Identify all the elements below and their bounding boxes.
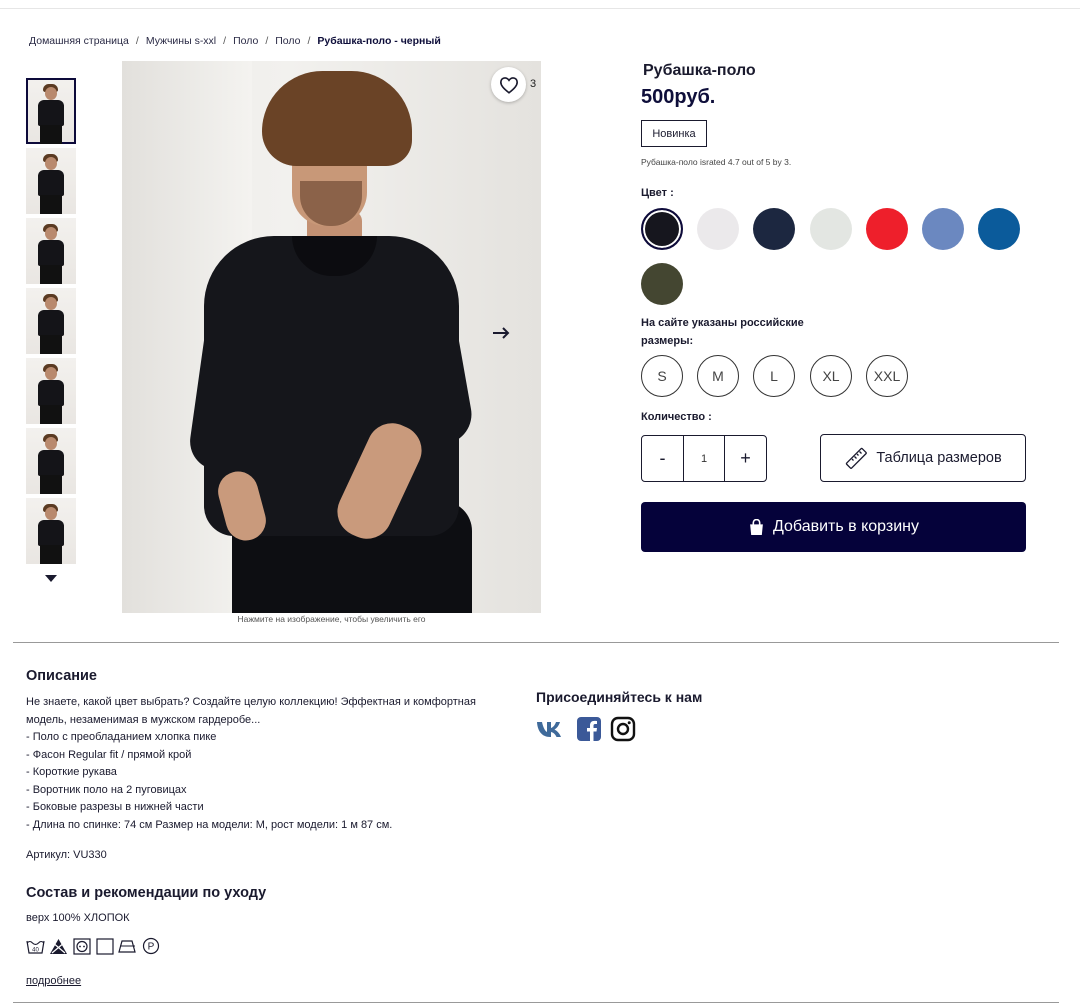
breadcrumb-current: Рубашка-поло - черный <box>317 35 441 47</box>
color-swatch-black[interactable] <box>641 208 683 250</box>
color-swatch-khaki[interactable] <box>641 263 683 305</box>
ruler-icon <box>846 447 868 469</box>
description-line: Не знаете, какой цвет выбрать? Создайте … <box>26 696 476 708</box>
breadcrumb-separator: / <box>307 35 311 47</box>
color-swatch-navy[interactable] <box>753 208 795 250</box>
zoom-hint: Нажмите на изображение, чтобы увеличить … <box>237 614 426 624</box>
description-line: модель, незаменимая в мужском гардеробе.… <box>26 713 261 726</box>
breadcrumb-separator: / <box>135 35 139 47</box>
thumbnail-6[interactable] <box>26 428 76 494</box>
bottom-divider <box>13 1002 1059 1003</box>
product-title: Рубашка-поло <box>643 62 756 79</box>
breadcrumb-home[interactable]: Домашняя страница <box>29 35 129 47</box>
next-image-arrow-icon[interactable] <box>490 322 512 344</box>
favorite-count: 3 <box>530 78 537 90</box>
breadcrumb-polo-sub[interactable]: Поло <box>275 35 300 47</box>
article-number: Артикул: VU330 <box>26 849 107 861</box>
description-line: - Поло с преобладанием хлопка пике <box>26 731 217 743</box>
color-swatch-red[interactable] <box>866 208 908 250</box>
tumble-dry-icon <box>72 937 91 955</box>
join-us-title: Присоединяйтесь к нам <box>536 689 703 705</box>
description-line: - Боковые разрезы в нижней части <box>26 801 204 813</box>
svg-text:P: P <box>147 942 154 953</box>
wash-40-icon: 40 <box>26 937 45 955</box>
iron-icon <box>118 937 137 955</box>
quantity-increase-button[interactable]: + <box>725 436 766 481</box>
thumbnail-4[interactable] <box>26 288 76 354</box>
dry-clean-p-icon: P <box>141 937 160 955</box>
new-badge: Новинка <box>641 120 707 147</box>
description-title: Описание <box>26 668 97 684</box>
description-line: - Короткие рукава <box>26 766 117 778</box>
color-swatch-light-blue[interactable] <box>922 208 964 250</box>
size-option-xxl[interactable]: XXL <box>866 355 908 397</box>
svg-text:40: 40 <box>32 947 39 953</box>
top-divider <box>0 8 1080 9</box>
size-table-label: Таблица размеров <box>876 450 1002 466</box>
thumbnail-3[interactable] <box>26 218 76 284</box>
breadcrumb-separator: / <box>265 35 269 47</box>
product-main-image[interactable] <box>122 61 541 613</box>
rating-text: Рубашка-поло israted 4.7 out of 5 by 3. <box>641 157 792 167</box>
thumbnail-5[interactable] <box>26 358 76 424</box>
description-text: Не знаете, какой цвет выбрать? Создайте … <box>26 694 516 834</box>
thumbnail-2[interactable] <box>26 148 76 214</box>
thumbnail-7[interactable] <box>26 498 76 564</box>
description-line: - Фасон Regular fit / прямой крой <box>26 748 192 761</box>
add-to-cart-button[interactable]: Добавить в корзину <box>641 502 1026 552</box>
size-option-xl[interactable]: XL <box>810 355 852 397</box>
thumbnail-list <box>26 78 76 568</box>
dry-flat-icon <box>95 937 114 955</box>
thumbnail-1[interactable] <box>26 78 76 144</box>
breadcrumb-polo[interactable]: Поло <box>233 35 258 47</box>
vk-icon[interactable] <box>536 715 566 743</box>
quantity-input[interactable]: 1 <box>683 436 725 481</box>
care-title: Состав и рекомендации по уходу <box>26 885 267 901</box>
care-icons: 40 P <box>26 937 160 955</box>
size-table-button[interactable]: Таблица размеров <box>820 434 1026 482</box>
favorite-button[interactable] <box>491 67 526 102</box>
color-label: Цвет : <box>641 187 674 199</box>
more-details-link[interactable]: подробнее <box>26 975 81 987</box>
color-swatch-blue[interactable] <box>978 208 1020 250</box>
description-line: - Воротник поло на 2 пуговицах <box>26 783 187 796</box>
instagram-icon[interactable] <box>608 715 638 743</box>
size-option-s[interactable]: S <box>641 355 683 397</box>
description-line: - Длина по спинке: 74 см Размер на модел… <box>26 818 393 831</box>
heart-icon <box>499 76 518 94</box>
size-option-l[interactable]: L <box>753 355 795 397</box>
quantity-decrease-button[interactable]: - <box>642 436 683 481</box>
breadcrumb-separator: / <box>223 35 227 47</box>
shopping-bag-icon <box>750 518 763 535</box>
section-divider <box>13 642 1059 643</box>
color-swatch-light-gray[interactable] <box>810 208 852 250</box>
facebook-icon[interactable] <box>574 715 604 743</box>
color-swatch-white[interactable] <box>697 208 739 250</box>
sizes-label: На сайте указаны российские размеры: <box>641 317 804 347</box>
composition: верх 100% ХЛОПОК <box>26 912 130 924</box>
breadcrumb-men[interactable]: Мужчины s-xxl <box>146 35 216 47</box>
no-bleach-icon <box>49 937 68 955</box>
product-price: 500руб. <box>641 86 716 108</box>
quantity-stepper: - 1 + <box>641 435 767 482</box>
thumbnail-scroll-down-icon[interactable] <box>45 575 57 582</box>
breadcrumb: Домашняя страница / Мужчины s-xxl / Поло… <box>29 35 441 47</box>
size-option-m[interactable]: M <box>697 355 739 397</box>
add-to-cart-label: Добавить в корзину <box>772 518 919 535</box>
quantity-label: Количество : <box>641 411 712 423</box>
